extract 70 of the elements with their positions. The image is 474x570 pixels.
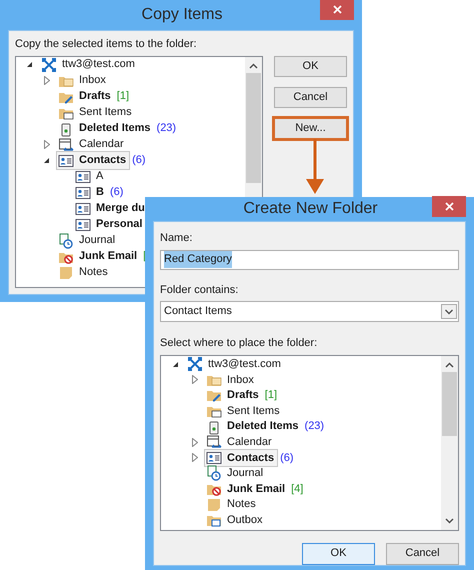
name-label: Name: xyxy=(160,231,194,246)
close-icon xyxy=(332,5,342,14)
expanded-icon[interactable] xyxy=(43,157,50,164)
contact-card-icon xyxy=(58,152,74,168)
calendar-icon xyxy=(58,136,74,152)
item-count: [1] xyxy=(264,388,278,404)
close-icon xyxy=(444,202,454,211)
folder-item[interactable]: Journal xyxy=(56,231,120,250)
collapsed-icon[interactable] xyxy=(192,438,198,447)
collapsed-icon[interactable] xyxy=(44,76,50,85)
contains-label: Folder contains: xyxy=(160,282,240,298)
contact-card-icon xyxy=(75,184,91,200)
folder-type-dropdown[interactable]: Contact Items xyxy=(160,301,459,322)
item-count: (6) xyxy=(110,185,124,200)
item-count: (6) xyxy=(132,153,146,168)
folder-item[interactable]: A xyxy=(73,167,108,186)
item-count: (23) xyxy=(156,121,176,136)
folder-item[interactable]: Calendar xyxy=(56,135,128,154)
folder-item[interactable]: Contacts xyxy=(56,151,130,170)
close-button[interactable] xyxy=(432,196,466,217)
prompt-label: Copy the selected items to the folder: xyxy=(15,37,198,52)
chevron-up-icon[interactable] xyxy=(249,62,258,68)
note-icon xyxy=(206,496,222,513)
folder-item[interactable]: Inbox xyxy=(56,71,110,90)
chevron-up-icon[interactable] xyxy=(445,362,454,368)
expanded-icon[interactable] xyxy=(26,61,33,68)
window-title: Copy Items xyxy=(140,5,224,25)
contact-card-icon xyxy=(75,216,91,232)
note-icon xyxy=(58,264,74,280)
contact-card-icon xyxy=(206,450,222,466)
expanded-icon[interactable] xyxy=(172,360,179,368)
item-count: (23) xyxy=(304,419,324,434)
logo-icon xyxy=(41,56,57,72)
place-label: Select where to place the folder: xyxy=(160,336,318,351)
folder-item[interactable]: Merge du xyxy=(73,199,149,218)
folder-item[interactable]: Deleted Items xyxy=(56,119,155,138)
collapsed-icon[interactable] xyxy=(192,453,198,462)
scrollbar-thumb[interactable] xyxy=(442,372,457,436)
item-count: [1] xyxy=(116,89,130,104)
contact-card-icon xyxy=(75,200,91,216)
clock-icon xyxy=(58,232,74,248)
scrollbar-thumb[interactable] xyxy=(246,72,261,182)
calendar-icon xyxy=(206,434,222,450)
dialog-button[interactable]: OK xyxy=(274,56,347,76)
item-count: [4] xyxy=(291,482,304,497)
arrow-drawing xyxy=(303,139,327,195)
dialog-button[interactable]: OK xyxy=(302,542,375,564)
scrollbar[interactable] xyxy=(441,356,458,530)
item-count: (6) xyxy=(280,450,294,466)
folder-item[interactable]: Personal xyxy=(73,215,146,234)
window-title: Create New Folder xyxy=(242,199,379,219)
dialog-button[interactable]: Cancel xyxy=(386,542,459,564)
logo-icon xyxy=(187,356,203,372)
folder-item[interactable]: Contacts xyxy=(204,448,278,468)
folder-item[interactable]: Junk Email xyxy=(56,247,142,266)
folder-item[interactable]: Drafts xyxy=(56,87,115,106)
dialog-button[interactable]: Cancel xyxy=(274,86,347,108)
collapsed-icon[interactable] xyxy=(44,140,50,149)
contact-card-icon xyxy=(75,168,91,184)
chevron-down-icon xyxy=(441,304,457,319)
clock-icon xyxy=(206,465,222,482)
close-button[interactable] xyxy=(320,0,354,20)
folder-item[interactable]: B xyxy=(73,183,108,202)
dialog-button[interactable]: New... xyxy=(274,118,347,138)
folder-item[interactable]: Notes xyxy=(56,263,112,282)
collapsed-icon[interactable] xyxy=(192,375,198,384)
folder-item[interactable]: Sent Items xyxy=(56,103,136,122)
name-field[interactable]: Red Category xyxy=(160,250,459,270)
chevron-down-icon[interactable] xyxy=(445,518,454,524)
folder-item[interactable]: ttw3@test.com xyxy=(39,56,139,74)
